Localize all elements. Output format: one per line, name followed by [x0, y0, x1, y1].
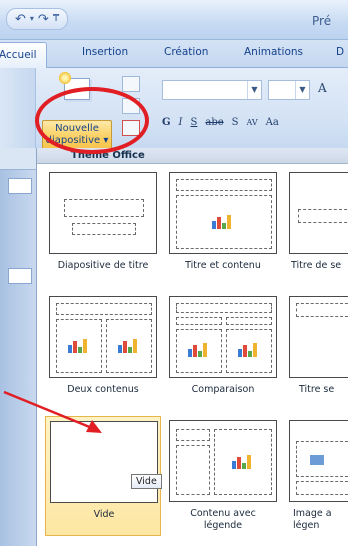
layout-caption: Contenu avec légende — [190, 508, 256, 531]
layout-diapositive-titre[interactable]: Diapositive de titre — [45, 168, 161, 288]
change-case-button[interactable]: Aa — [266, 117, 279, 128]
tab-insertion[interactable]: Insertion — [82, 46, 128, 58]
layout-deux-contenus[interactable]: Deux contenus — [45, 292, 161, 412]
font-size-combo[interactable]: ▼ — [268, 80, 310, 100]
shadow-button[interactable]: S — [232, 117, 239, 128]
chart-icon — [238, 341, 260, 357]
slides-pane-tab[interactable] — [0, 148, 36, 170]
redo-icon[interactable]: ↷ — [38, 13, 49, 26]
chart-icon — [212, 213, 234, 229]
layout-thumbnail — [169, 172, 277, 254]
layout-thumbnail — [169, 420, 277, 502]
grow-font-button[interactable]: A — [318, 81, 327, 95]
layout-caption: Diapositive de titre — [57, 260, 149, 271]
chart-icon — [188, 341, 210, 357]
layout-caption: Image a légen — [293, 508, 332, 531]
slide-thumbnail[interactable] — [8, 178, 32, 194]
char-spacing-button[interactable]: AV — [247, 118, 258, 127]
chevron-down-icon: ▼ — [247, 81, 261, 99]
layout-caption: Comparaison — [191, 384, 255, 395]
bold-button[interactable]: G — [162, 117, 171, 128]
clipboard-group — [0, 68, 36, 148]
layout-caption: Titre et contenu — [185, 260, 261, 271]
tab-animations[interactable]: Animations — [244, 46, 303, 58]
highlight-ellipse — [35, 87, 149, 154]
slides-pane — [0, 148, 36, 546]
layout-image-legende[interactable]: Image a légen — [285, 416, 348, 536]
chevron-down-icon: ▼ — [295, 81, 309, 99]
layout-thumbnail — [50, 421, 158, 503]
window-title: Pré — [312, 14, 332, 28]
layout-titre-seul[interactable]: Titre se — [285, 292, 348, 412]
chart-icon — [118, 337, 140, 353]
font-name-combo[interactable]: ▼ — [162, 80, 262, 100]
strikethrough-button[interactable]: abe — [205, 117, 223, 128]
dropdown-icon[interactable]: ▾ — [30, 15, 34, 23]
layout-thumbnail — [289, 296, 348, 378]
tooltip: Vide — [131, 474, 162, 489]
layout-caption: Titre de se — [291, 260, 342, 271]
format-buttons: G I S abe S AV Aa — [162, 112, 279, 132]
ribbon-tabs: Accueil Insertion Création Animations D — [0, 40, 348, 69]
chart-icon — [232, 453, 254, 469]
italic-button[interactable]: I — [179, 117, 183, 128]
layout-icon[interactable] — [122, 76, 140, 92]
tab-accueil[interactable]: Accueil — [0, 42, 47, 69]
layout-gallery: Thème Office Diapositive de titre Titre … — [36, 148, 348, 546]
underline-button[interactable]: S — [191, 117, 198, 128]
layout-comparaison[interactable]: Comparaison — [165, 292, 281, 412]
layout-thumbnail — [289, 420, 348, 502]
layout-caption: Titre se — [299, 384, 335, 395]
picture-icon — [310, 449, 332, 465]
tab-diaporama[interactable]: D — [336, 46, 344, 58]
layout-titre-section[interactable]: Titre de se — [285, 168, 348, 288]
layout-titre-contenu[interactable]: Titre et contenu — [165, 168, 281, 288]
chart-icon — [68, 337, 90, 353]
slide-thumbnail[interactable] — [8, 268, 32, 284]
layout-caption: Vide — [93, 509, 115, 520]
title-bar: ↶ ▾ ↷ ₸ Pré — [0, 0, 348, 40]
layout-thumbnail — [49, 296, 157, 378]
layout-contenu-legende[interactable]: Contenu avec légende — [165, 416, 281, 536]
undo-icon[interactable]: ↶ — [15, 13, 26, 26]
layout-caption: Deux contenus — [67, 384, 139, 395]
customize-qat-icon[interactable]: ₸ — [53, 14, 59, 24]
quick-access-toolbar: ↶ ▾ ↷ ₸ — [6, 8, 69, 30]
layout-thumbnail — [49, 172, 157, 254]
tab-creation[interactable]: Création — [164, 46, 208, 58]
layout-thumbnail — [169, 296, 277, 378]
layout-thumbnail — [289, 172, 348, 254]
